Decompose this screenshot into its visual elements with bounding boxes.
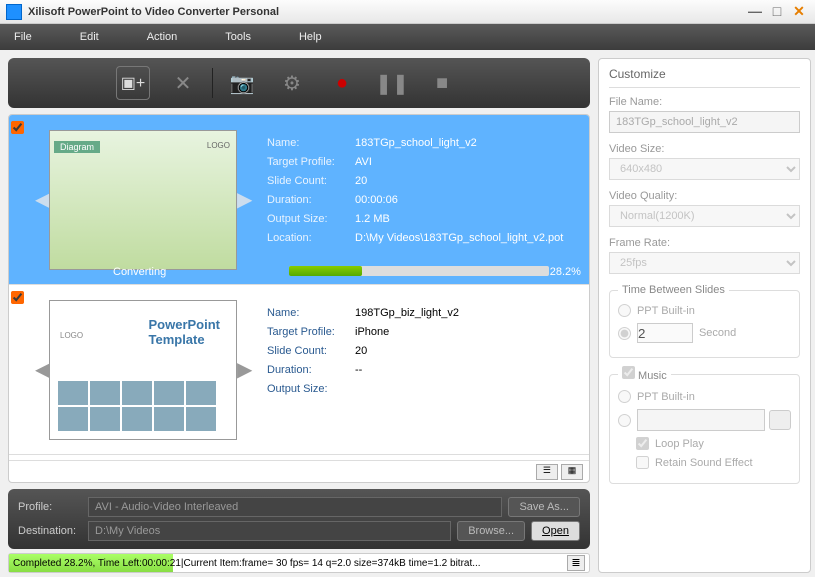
destination-input[interactable] xyxy=(88,521,451,541)
settings-button[interactable]: ⚙ xyxy=(275,66,309,100)
count-value: 20 xyxy=(355,175,579,187)
tbs-builtin-radio[interactable] xyxy=(618,304,631,317)
videosize-label: Video Size: xyxy=(609,143,800,155)
item-checkbox[interactable] xyxy=(11,291,24,304)
music-browse-button[interactable] xyxy=(769,410,791,430)
toolbar: ▣+ ✕ 📷 ⚙ ● ❚❚ ■ xyxy=(8,58,590,108)
percent-value: 28.2% xyxy=(550,266,581,278)
count-value: 20 xyxy=(355,345,579,357)
profile-label: Target Profile: xyxy=(267,326,355,338)
music-builtin-radio[interactable] xyxy=(618,390,631,403)
location-label: Location: xyxy=(267,232,355,244)
progress-bar xyxy=(289,266,549,276)
count-label: Slide Count: xyxy=(267,175,355,187)
minimize-button[interactable]: — xyxy=(745,4,765,20)
profile-value: AVI xyxy=(355,156,579,168)
menu-tools[interactable]: Tools xyxy=(225,31,251,43)
customize-title: Customize xyxy=(609,67,800,81)
name-label: Name: xyxy=(267,307,355,319)
music-legend: Music xyxy=(638,370,667,382)
menu-file[interactable]: File xyxy=(14,31,32,43)
menu-help[interactable]: Help xyxy=(299,31,322,43)
duration-label: Duration: xyxy=(267,194,355,206)
duration-label: Duration: xyxy=(267,364,355,376)
stop-button[interactable]: ■ xyxy=(425,66,459,100)
app-logo-icon xyxy=(6,4,22,20)
log-button[interactable]: ≣ xyxy=(567,555,585,571)
profile-select[interactable] xyxy=(88,497,502,517)
add-file-button[interactable]: ▣+ xyxy=(116,66,150,100)
status-label: Converting xyxy=(113,266,166,278)
next-slide-icon[interactable]: ▶ xyxy=(237,187,251,212)
profile-panel: Profile: Save As... Destination: Browse.… xyxy=(8,489,590,549)
view-list-button[interactable]: ☰ xyxy=(536,464,558,480)
name-label: Name: xyxy=(267,137,355,149)
maximize-button[interactable]: □ xyxy=(767,4,787,20)
item-checkbox[interactable] xyxy=(11,121,24,134)
slide-thumbnail xyxy=(49,300,237,440)
profile-value: iPhone xyxy=(355,326,579,338)
size-label: Output Size: xyxy=(267,213,355,225)
duration-value: 00:00:06 xyxy=(355,194,579,206)
tbs-legend: Time Between Slides xyxy=(618,284,729,296)
window-title: Xilisoft PowerPoint to Video Converter P… xyxy=(28,6,279,18)
file-list: ◀ ▶ Name:183TGp_school_light_v2 Target P… xyxy=(8,114,590,483)
retain-sound-label: Retain Sound Effect xyxy=(655,457,753,469)
open-button[interactable]: Open xyxy=(531,521,580,541)
music-file-radio[interactable] xyxy=(618,414,631,427)
count-label: Slide Count: xyxy=(267,345,355,357)
profile-label: Profile: xyxy=(18,501,88,513)
pause-button[interactable]: ❚❚ xyxy=(375,66,409,100)
tbs-seconds-radio[interactable] xyxy=(618,327,631,340)
size-label: Output Size: xyxy=(267,383,355,395)
record-button[interactable]: ● xyxy=(325,66,359,100)
menu-bar: File Edit Action Tools Help xyxy=(0,24,815,50)
filename-input[interactable] xyxy=(609,111,800,133)
quality-select[interactable]: Normal(1200K) xyxy=(609,205,800,227)
size-value xyxy=(355,383,579,395)
duration-value: -- xyxy=(355,364,579,376)
quality-label: Video Quality: xyxy=(609,190,800,202)
menu-action[interactable]: Action xyxy=(147,31,178,43)
prev-slide-icon[interactable]: ◀ xyxy=(35,187,49,212)
tbs-builtin-label: PPT Built-in xyxy=(637,305,695,317)
slide-thumbnail xyxy=(49,130,237,270)
view-grid-button[interactable]: ▦ xyxy=(561,464,583,480)
tbs-seconds-input[interactable] xyxy=(637,323,693,343)
filename-label: File Name: xyxy=(609,96,800,108)
destination-label: Destination: xyxy=(18,525,88,537)
music-group: Music PPT Built-in Loop Play Retain Soun… xyxy=(609,366,800,484)
snapshot-button[interactable]: 📷 xyxy=(225,66,259,100)
profile-label: Target Profile: xyxy=(267,156,355,168)
framerate-label: Frame Rate: xyxy=(609,237,800,249)
videosize-select[interactable]: 640x480 xyxy=(609,158,800,180)
loop-play-label: Loop Play xyxy=(655,438,704,450)
prev-slide-icon[interactable]: ◀ xyxy=(35,357,49,382)
framerate-select[interactable]: 25fps xyxy=(609,252,800,274)
view-mode-row: ☰ ▦ xyxy=(9,460,589,482)
saveas-button[interactable]: Save As... xyxy=(508,497,580,517)
browse-button[interactable]: Browse... xyxy=(457,521,525,541)
music-builtin-label: PPT Built-in xyxy=(637,391,695,403)
status-text: Completed 28.2%, Time Left:00:00:21|Curr… xyxy=(13,558,563,569)
music-file-input[interactable] xyxy=(637,409,765,431)
next-slide-icon[interactable]: ▶ xyxy=(237,357,251,382)
location-value: D:\My Videos\183TGp_school_light_v2.pot xyxy=(355,232,579,244)
loop-play-checkbox[interactable] xyxy=(636,437,649,450)
name-value: 198TGp_biz_light_v2 xyxy=(355,307,579,319)
music-enable-checkbox[interactable] xyxy=(622,366,635,379)
tbs-seconds-label: Second xyxy=(699,327,736,339)
retain-sound-checkbox[interactable] xyxy=(636,456,649,469)
menu-edit[interactable]: Edit xyxy=(80,31,99,43)
customize-panel: Customize File Name: Video Size: 640x480… xyxy=(598,58,811,573)
close-button[interactable]: ✕ xyxy=(789,4,809,20)
status-bar: Completed 28.2%, Time Left:00:00:21|Curr… xyxy=(8,553,590,573)
list-item[interactable]: ◀ ▶ Name:198TGp_biz_light_v2 Target Prof… xyxy=(9,285,589,455)
name-value: 183TGp_school_light_v2 xyxy=(355,137,579,149)
list-item[interactable]: ◀ ▶ Name:183TGp_school_light_v2 Target P… xyxy=(9,115,589,285)
delete-button[interactable]: ✕ xyxy=(166,66,200,100)
title-bar: Xilisoft PowerPoint to Video Converter P… xyxy=(0,0,815,24)
size-value: 1.2 MB xyxy=(355,213,579,225)
time-between-slides-group: Time Between Slides PPT Built-in Second xyxy=(609,284,800,358)
